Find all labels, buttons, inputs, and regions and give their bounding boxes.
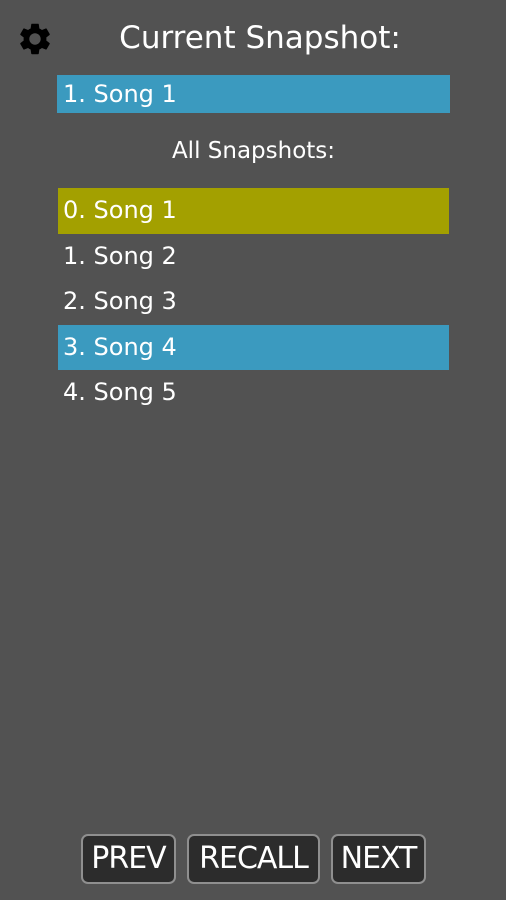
- control-bar: PREV RECALL NEXT: [0, 834, 506, 884]
- snapshot-item-1[interactable]: 1. Song 2: [58, 234, 449, 280]
- recall-button[interactable]: RECALL: [187, 834, 320, 884]
- snapshot-list: 0. Song 1 1. Song 2 2. Song 3 3. Song 4 …: [58, 188, 449, 416]
- snapshot-item-3[interactable]: 3. Song 4: [58, 324, 449, 370]
- current-snapshot-display: 1. Song 1: [57, 75, 450, 113]
- prev-button[interactable]: PREV: [81, 834, 176, 884]
- snapshot-item-4[interactable]: 4. Song 5: [58, 370, 449, 416]
- snapshot-item-0[interactable]: 0. Song 1: [58, 188, 449, 234]
- page-title: Current Snapshot:: [119, 20, 401, 56]
- next-button[interactable]: NEXT: [331, 834, 426, 884]
- gear-icon[interactable]: [16, 20, 54, 58]
- all-snapshots-heading: All Snapshots:: [171, 138, 336, 164]
- snapshot-item-2[interactable]: 2. Song 3: [58, 279, 449, 325]
